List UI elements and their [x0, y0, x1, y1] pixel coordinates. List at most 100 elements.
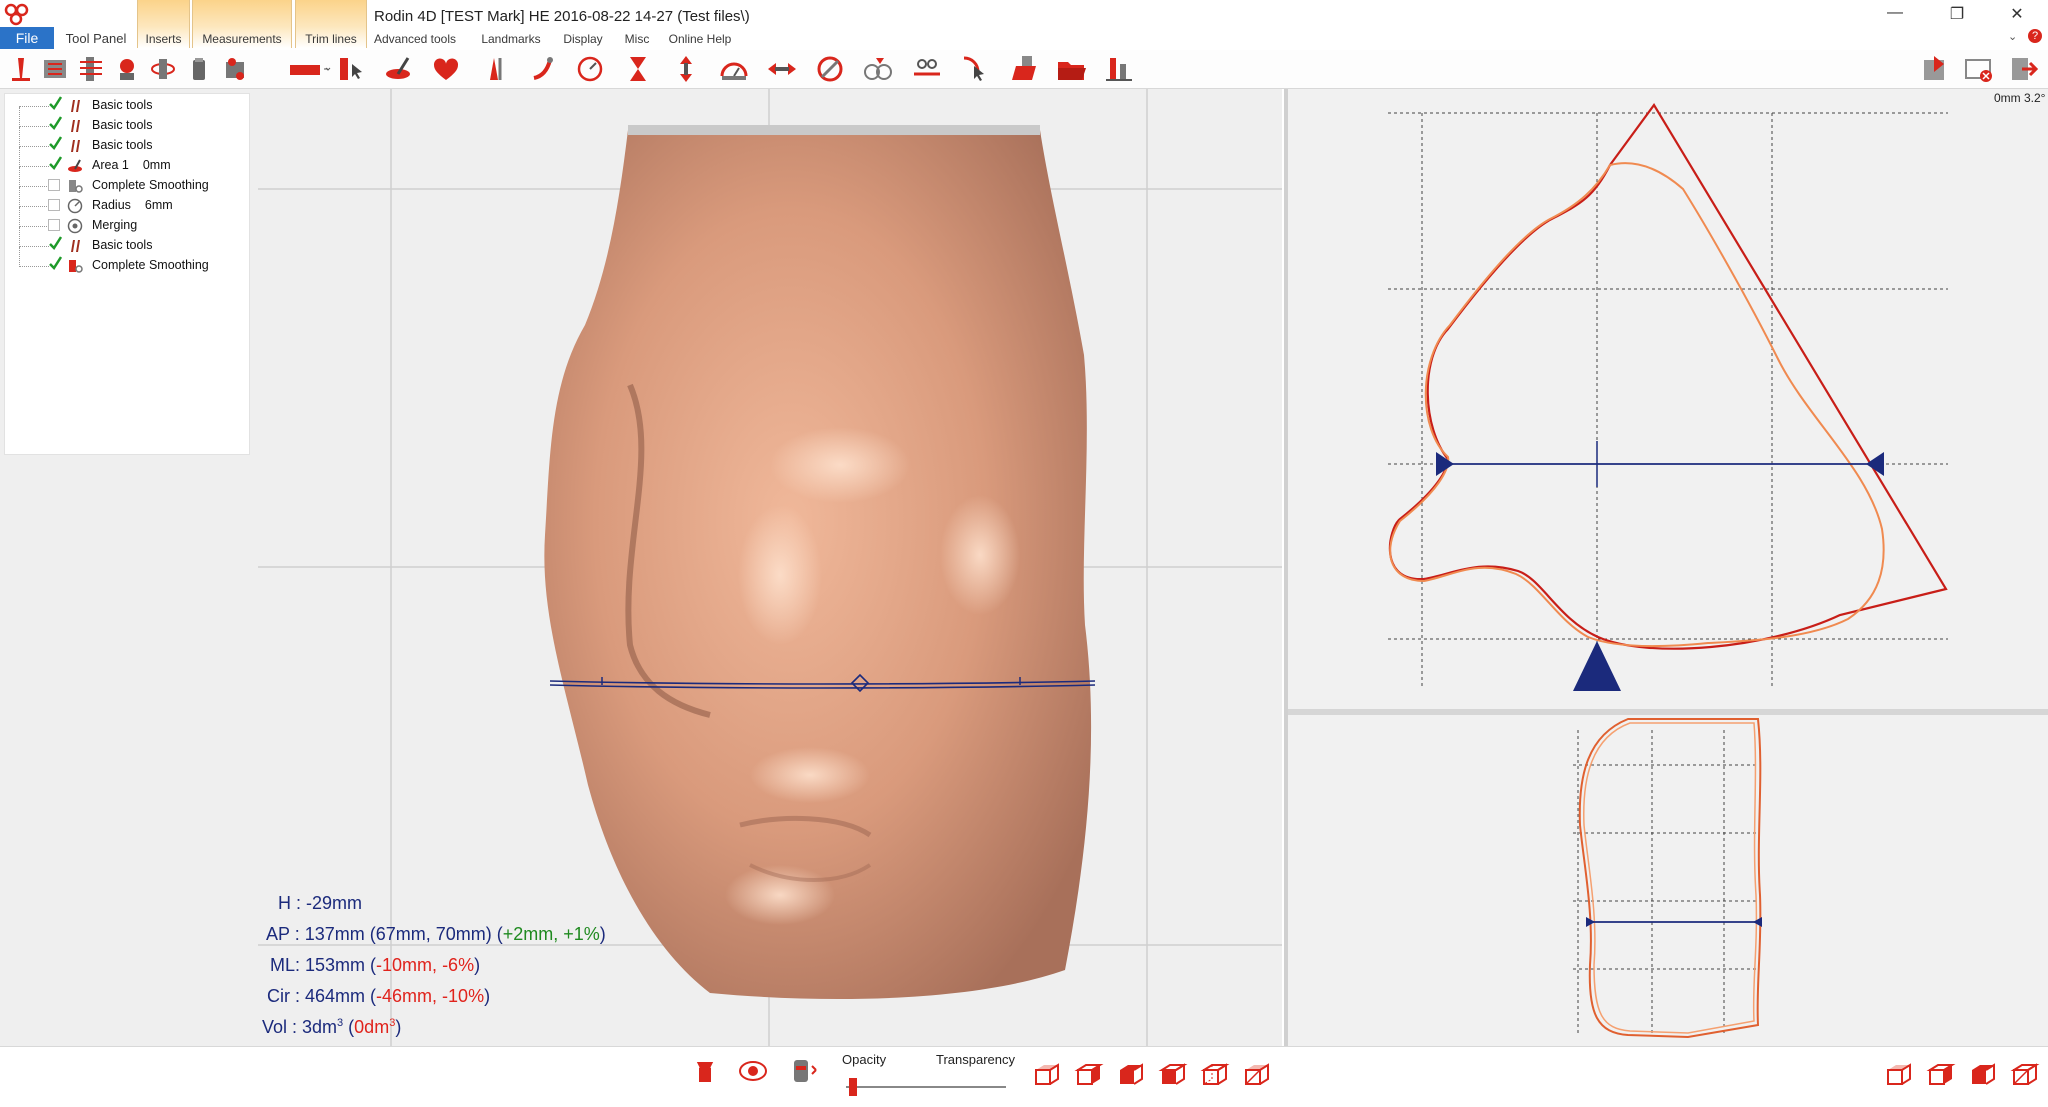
block-tool-icon[interactable]	[184, 54, 214, 84]
tab-label: Measurements	[202, 32, 282, 46]
check-icon[interactable]	[48, 235, 62, 251]
section-position-marker[interactable]	[1573, 641, 1621, 691]
profile-contour	[1578, 718, 1762, 1039]
scan-tool-icon[interactable]	[220, 54, 250, 84]
help-icon[interactable]: ?	[2028, 29, 2042, 43]
section-view-panel[interactable]	[1288, 89, 2048, 709]
close-icon[interactable]: ✕	[2002, 4, 2032, 24]
merging-icon	[67, 218, 83, 234]
tab-tool-panel[interactable]: Tool Panel	[56, 0, 136, 48]
view-cube-back-icon[interactable]	[1200, 1060, 1230, 1090]
app-logo-icon[interactable]	[4, 2, 30, 26]
exit-icon[interactable]	[2008, 54, 2038, 84]
section-cube-front-icon[interactable]	[1884, 1060, 1914, 1090]
opacity-slider[interactable]	[846, 1086, 1006, 1088]
hourglass-tool-icon[interactable]	[622, 54, 666, 84]
restore-icon[interactable]: ❐	[1942, 4, 1972, 24]
section-cube-iso-icon[interactable]	[2010, 1060, 2040, 1090]
paint-tool-icon[interactable]	[382, 54, 426, 84]
side-profile-view	[1573, 718, 1762, 1039]
file-menu-button[interactable]: File	[0, 27, 54, 49]
tree-item[interactable]: Basic tools	[5, 107, 249, 135]
grid-tool-icon[interactable]	[40, 54, 70, 84]
side-profile-panel[interactable]	[1288, 715, 2048, 1046]
posture-tool-icon[interactable]	[1104, 54, 1148, 84]
check-icon[interactable]	[48, 95, 62, 111]
tree-item[interactable]: Radius 6mm	[5, 187, 249, 215]
toolbar	[0, 50, 2048, 89]
area-icon	[68, 159, 82, 172]
eye-icon[interactable]	[738, 1056, 768, 1086]
profile-grid	[1573, 730, 1758, 1035]
zoom-readout: 0mm 3.2°	[1994, 91, 2046, 105]
view-cube-left-icon[interactable]	[1074, 1060, 1104, 1090]
ribbon-collapse-icon[interactable]: ⌄	[2008, 30, 2017, 43]
tree-item-label: Area 1 0mm	[92, 158, 171, 172]
height-tool-icon[interactable]	[480, 54, 524, 84]
open-folder-icon[interactable]	[1056, 54, 1100, 84]
marker-tool-icon[interactable]	[958, 54, 1002, 84]
tab-inserts[interactable]: Inserts	[137, 0, 190, 48]
check-icon[interactable]	[48, 155, 62, 171]
tree-item[interactable]: Basic tools	[5, 127, 249, 155]
check-icon[interactable]	[48, 135, 62, 151]
view-cube-top-icon[interactable]	[1116, 1060, 1146, 1090]
slice-tool-icon[interactable]	[76, 54, 106, 84]
tab-trim-lines[interactable]: Trim lines	[295, 0, 367, 48]
view-front-icon[interactable]	[690, 1058, 720, 1088]
cut-tool-icon[interactable]	[910, 54, 954, 84]
tree-item[interactable]: Area 1 0mm	[5, 147, 249, 175]
rotate-tool-icon[interactable]	[148, 54, 178, 84]
tab-label: Misc	[624, 32, 650, 46]
export-tool-icon[interactable]	[1008, 54, 1052, 84]
bend-tool-icon[interactable]	[528, 54, 572, 84]
tree-item[interactable]: Merging	[5, 207, 249, 235]
checkbox[interactable]	[48, 179, 60, 191]
section-grid	[1388, 112, 1948, 689]
operations-tree: Basic tools Basic tools Basic tools Area…	[4, 93, 250, 455]
compare-tool-icon[interactable]	[862, 54, 906, 84]
tree-item[interactable]: Complete Smoothing	[5, 167, 249, 195]
radius-icon	[67, 198, 83, 214]
ruler-tool-icon[interactable]	[288, 54, 332, 84]
cursor-tool-icon[interactable]	[336, 54, 380, 84]
close-file-icon[interactable]	[1964, 54, 1994, 84]
opacity-slider-thumb[interactable]	[849, 1078, 858, 1096]
width-tool-icon[interactable]	[766, 54, 810, 84]
tree-item-label: Radius 6mm	[92, 198, 173, 212]
transparency-label: Transparency	[936, 1052, 1015, 1067]
view-cube-front-icon[interactable]	[1032, 1060, 1062, 1090]
face-3d-model[interactable]	[510, 125, 1110, 1005]
tab-measurements[interactable]: Measurements	[192, 0, 292, 48]
tab-label: Tool Panel	[65, 31, 127, 46]
checkbox[interactable]	[48, 219, 60, 231]
minimize-icon[interactable]: —	[1880, 4, 1910, 22]
vertical-move-icon[interactable]	[670, 54, 714, 84]
section-cube-top-icon[interactable]	[1968, 1060, 1998, 1090]
view-cube-right-icon[interactable]	[1158, 1060, 1188, 1090]
profile-reference-contour	[1583, 722, 1758, 1034]
checkbox[interactable]	[48, 199, 60, 211]
check-icon[interactable]	[48, 115, 62, 131]
tree-item[interactable]: Basic tools	[5, 95, 249, 115]
sculpt-tool-icon[interactable]	[112, 54, 142, 84]
height-readout: H : -29mm	[278, 893, 363, 913]
section-tool-icon[interactable]	[814, 54, 858, 84]
circumference-tool-icon[interactable]	[574, 54, 618, 84]
basic-tool-icon[interactable]	[6, 54, 36, 84]
section-cube-side-icon[interactable]	[1926, 1060, 1956, 1090]
layer-tool-icon[interactable]	[790, 1056, 820, 1086]
gauge-tool-icon[interactable]	[718, 54, 762, 84]
basic-tools-icon	[71, 140, 80, 152]
check-icon[interactable]	[48, 255, 62, 271]
save-icon[interactable]	[1920, 54, 1950, 84]
volume-readout: Vol : 3dm3 (0dm3)	[262, 1017, 402, 1037]
tree-item-label: Complete Smoothing	[92, 258, 209, 272]
heart-tool-icon[interactable]	[430, 54, 474, 84]
tree-item[interactable]: Complete Smoothing	[5, 247, 249, 275]
view-cube-iso-icon[interactable]	[1242, 1060, 1272, 1090]
tree-item-label: Basic tools	[92, 118, 153, 132]
tree-item[interactable]: Basic tools	[5, 227, 249, 255]
circumference-readout: Cir : 464mm (-46mm, -10%)	[267, 986, 491, 1006]
tree-item-label: Complete Smoothing	[92, 178, 209, 192]
